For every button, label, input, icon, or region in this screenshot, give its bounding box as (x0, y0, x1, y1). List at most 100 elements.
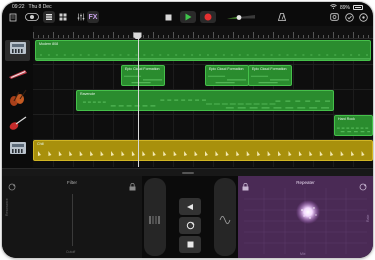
ruler-tick (288, 35, 289, 38)
ruler-tick (338, 35, 339, 38)
guitar-icon (8, 115, 28, 136)
help-icon[interactable] (358, 11, 369, 23)
filter-y-label: Resonance (5, 198, 9, 216)
tracks-area[interactable]: Modern 808 Epic Cloud Formation Epic Clo… (33, 39, 373, 167)
ruler-tick (148, 35, 149, 38)
drum-hit (361, 151, 365, 156)
region-track5[interactable]: Chill (33, 140, 373, 161)
ruler-tick (153, 32, 154, 38)
tracks-view-icon[interactable] (43, 11, 55, 23)
ruler-tick (168, 35, 169, 38)
ruler-tick (113, 32, 114, 38)
record-icon[interactable] (200, 11, 216, 23)
rewind-pad-icon[interactable] (149, 212, 161, 230)
drum-hit (225, 151, 229, 156)
ruler-tick (123, 35, 124, 38)
ruler-tick (353, 32, 354, 38)
region-track2-c[interactable]: Epic Cloud Formation (248, 65, 292, 86)
drum-hit (131, 151, 135, 156)
drum-hit (257, 151, 261, 156)
fx-button[interactable]: FX (87, 11, 99, 23)
ruler-tick (323, 35, 324, 38)
mixer-icon[interactable] (75, 11, 86, 23)
drum-hit (309, 151, 313, 156)
ruler-tick (108, 35, 109, 38)
ruler-tick (348, 35, 349, 38)
region-notes (82, 99, 332, 109)
track-headers (2, 40, 32, 167)
ruler-tick (273, 32, 274, 38)
document-icon[interactable] (7, 11, 18, 23)
drum-hit (298, 151, 302, 156)
drum-hit (340, 151, 344, 156)
playhead-handle[interactable] (133, 28, 142, 41)
repeater-y-label: Rate (366, 214, 370, 222)
ruler-tick (183, 35, 184, 38)
track-header-5[interactable] (5, 140, 30, 161)
ruler-tick (243, 35, 244, 38)
ruler-tick (173, 32, 174, 38)
stop-pad-icon[interactable] (179, 236, 201, 253)
drag-handle[interactable] (182, 172, 194, 174)
ruler-tick (233, 32, 234, 38)
ruler-tick (88, 35, 89, 38)
rewind-icon[interactable] (163, 11, 174, 23)
loop-icon[interactable] (328, 11, 340, 23)
track-header-2[interactable] (5, 65, 30, 86)
ruler-tick (198, 35, 199, 38)
ruler-tick (363, 35, 364, 38)
volume-slider[interactable] (224, 11, 262, 23)
region-label: Epic Cloud Formation (125, 67, 160, 71)
region-track3[interactable]: Ravenole (76, 90, 334, 111)
timeline-ruler[interactable] (33, 26, 373, 39)
strings-icon (8, 89, 28, 112)
play-icon[interactable] (180, 11, 196, 23)
reverse-button[interactable] (179, 198, 201, 215)
ruler-tick (268, 35, 269, 38)
metronome-icon[interactable] (276, 11, 288, 23)
ruler-tick (228, 35, 229, 38)
track-header-1[interactable] (5, 40, 30, 61)
grid-view-icon[interactable] (57, 11, 69, 23)
region-notes (37, 151, 365, 156)
track-header-4[interactable] (5, 115, 30, 136)
ruler-tick (283, 35, 284, 38)
ruler-tick (313, 32, 314, 38)
repeater-panel[interactable]: Repeater Rate Mix (238, 176, 373, 258)
region-label: Epic Cloud Formation (209, 67, 244, 71)
ruler-tick (303, 35, 304, 38)
drum-hit (236, 151, 240, 156)
ruler-tick (143, 35, 144, 38)
drum-hit (142, 151, 146, 156)
region-track4[interactable]: Hard Rock (334, 115, 373, 136)
drum-hit (215, 151, 219, 156)
drum-hit (90, 151, 94, 156)
region-notes (336, 127, 371, 133)
drum-hit (173, 151, 177, 156)
ruler-tick (48, 35, 49, 38)
region-track2-a[interactable]: Epic Cloud Formation (121, 65, 165, 86)
ruler-tick (218, 35, 219, 38)
region-track2-b[interactable]: Epic Cloud Formation (205, 65, 249, 86)
sine-pad-icon[interactable] (219, 212, 231, 230)
ruler-tick (163, 35, 164, 38)
ruler-tick (98, 35, 99, 38)
drum-hit (351, 151, 355, 156)
ruler-tick (38, 35, 39, 38)
repeater-xy-pad[interactable] (244, 188, 367, 254)
region-notes (123, 75, 163, 84)
ruler-tick (83, 35, 84, 38)
settings-icon[interactable] (344, 11, 355, 23)
panel-divider[interactable] (2, 168, 373, 176)
lock-icon[interactable] (129, 178, 136, 196)
filter-panel[interactable]: Filter Resonance Cutoff (2, 176, 142, 258)
ruler-tick (118, 35, 119, 38)
loop-pad-icon[interactable] (179, 217, 201, 234)
ruler-tick (368, 35, 369, 38)
region-label: Epic Cloud Formation (252, 67, 287, 71)
drum-hit (246, 151, 250, 156)
browser-icon[interactable] (23, 11, 41, 23)
track-header-3[interactable] (5, 89, 30, 112)
drum-hit (278, 151, 282, 156)
region-track1[interactable]: Modern 808 (35, 40, 371, 61)
